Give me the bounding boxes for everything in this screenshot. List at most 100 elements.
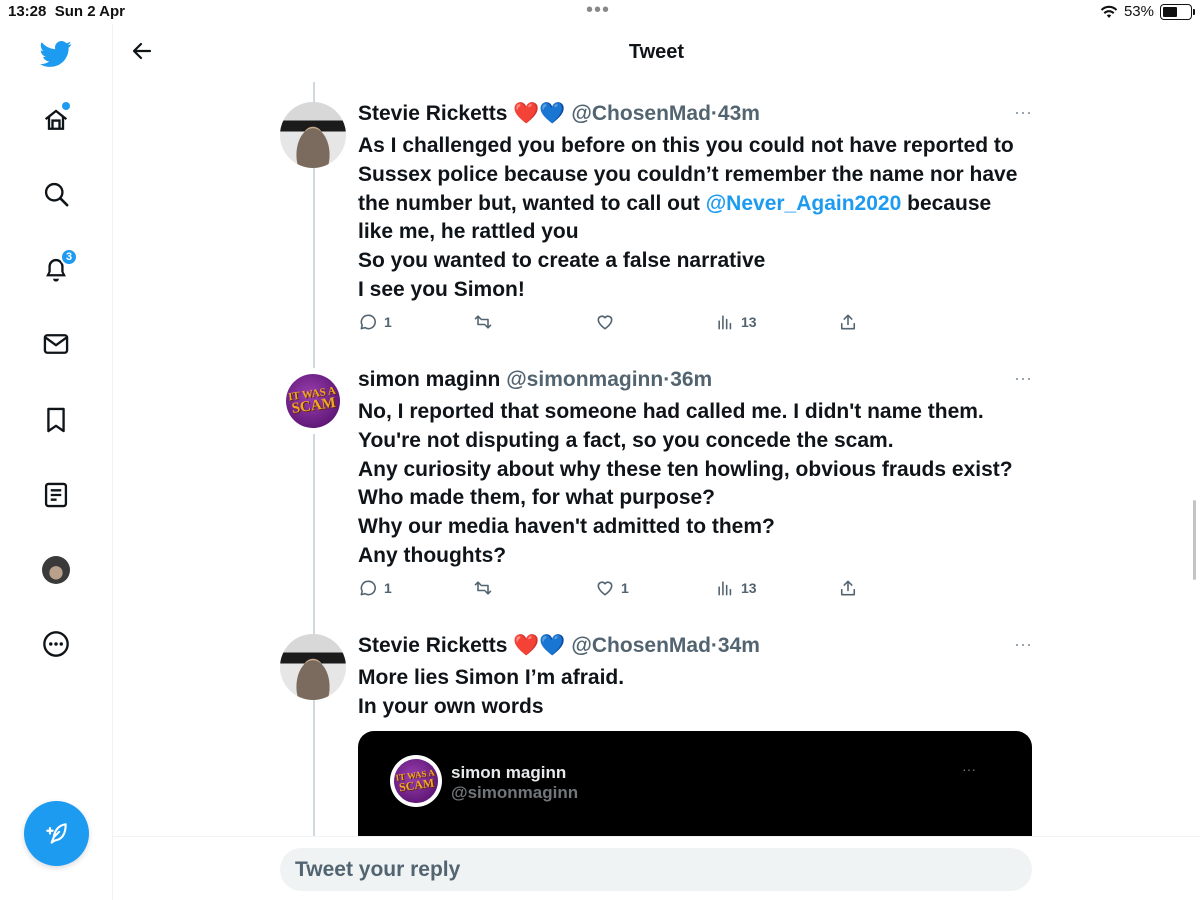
sidebar-item-profile[interactable]	[28, 542, 84, 598]
sidebar-item-messages[interactable]	[28, 316, 84, 372]
retweet-icon	[474, 581, 492, 595]
tweet-line: Who made them, for what purpose?	[358, 486, 716, 510]
quoted-tweet-card[interactable]: IT WAS A SCAM simon maginn @simonmaginn ·…	[358, 731, 1032, 841]
scam-logo: IT WAS A SCAM	[282, 370, 344, 432]
author-handle[interactable]: @ChosenMad	[571, 102, 710, 125]
sidebar-item-search[interactable]	[28, 166, 84, 222]
more-options-icon[interactable]: ···	[1014, 634, 1034, 655]
tweet-line: the number but, wanted to call out @Neve…	[358, 190, 1038, 219]
retweet-button[interactable]	[473, 312, 499, 332]
tweet-line: like me, he rattled you	[358, 220, 579, 244]
twitter-logo-button[interactable]	[28, 26, 84, 82]
like-count: 1	[621, 580, 629, 596]
reply-button[interactable]: 1	[358, 312, 392, 332]
mention-link[interactable]: @Never_Again2020	[706, 192, 902, 215]
retweet-button[interactable]	[473, 578, 499, 598]
author-name[interactable]: Stevie Ricketts	[358, 102, 507, 125]
sidebar-item-bookmarks[interactable]	[28, 392, 84, 448]
tweet-header-line: Stevie Ricketts ❤️💙 @ChosenMad·43m	[358, 102, 760, 126]
more-circle-icon	[43, 631, 69, 657]
views-button[interactable]: 13	[715, 578, 757, 598]
like-button[interactable]: 1	[595, 578, 629, 598]
avatar[interactable]	[280, 634, 346, 700]
battery-icon	[1160, 3, 1195, 20]
tweet-line: You're not disputing a fact, so you conc…	[358, 428, 894, 452]
tweet-line: Sussex police because you couldn’t remem…	[358, 162, 1018, 186]
page-title: Tweet	[628, 41, 685, 63]
tweet-line: Any thoughts?	[358, 543, 507, 567]
sidebar-item-notifications[interactable]: 3	[28, 242, 84, 298]
compose-tweet-button[interactable]	[24, 801, 89, 866]
tweet[interactable]: Stevie Ricketts ❤️💙 @ChosenMad·43m ··· A…	[280, 102, 1040, 338]
more-options-icon[interactable]: ···	[1014, 368, 1034, 389]
tweet-time[interactable]: 34m	[718, 634, 760, 657]
tweet-line: As I challenged you before on this you c…	[358, 134, 1014, 157]
heart-emoji-icon: ❤️💙	[513, 102, 566, 125]
share-button[interactable]	[838, 578, 858, 598]
tweet-line: No, I reported that someone had called m…	[358, 400, 984, 423]
sidebar-item-lists[interactable]	[28, 467, 84, 523]
author-handle[interactable]: @simonmaginn	[506, 368, 663, 391]
tweet-header-line: Stevie Ricketts ❤️💙 @ChosenMad·34m	[358, 634, 760, 658]
reply-icon	[360, 580, 376, 596]
reply-count: 1	[384, 314, 392, 330]
tweet-time[interactable]: 36m	[670, 368, 712, 391]
retweet-icon	[474, 315, 492, 329]
tweet-line: So you wanted to create a false narrativ…	[358, 249, 766, 273]
compose-icon	[45, 822, 67, 844]
tweet-line: In your own words	[358, 694, 544, 718]
avatar[interactable]: IT WAS A SCAM	[280, 368, 346, 434]
author-name[interactable]: Stevie Ricketts	[358, 634, 507, 657]
status-bar: 13:28 Sun 2 Apr ••• 53%	[0, 0, 1200, 24]
search-icon	[44, 182, 69, 207]
notification-badge: 3	[60, 248, 78, 266]
quoted-more-icon[interactable]: ···	[962, 761, 976, 777]
home-icon	[44, 109, 68, 130]
mail-icon	[43, 334, 69, 354]
tweet-time[interactable]: 43m	[718, 102, 760, 125]
reply-input[interactable]	[280, 848, 1032, 891]
battery-percent: 53%	[1123, 3, 1154, 20]
wifi-icon	[1100, 5, 1118, 18]
quoted-author-handle: @simonmaginn	[451, 783, 579, 802]
tweet[interactable]: IT WAS A SCAM simon maginn @simonmaginn·3…	[280, 368, 1040, 604]
share-icon	[840, 314, 856, 330]
tweet-actions: 1 13	[358, 312, 878, 336]
list-icon	[44, 482, 68, 508]
scrollbar[interactable]	[1193, 500, 1196, 580]
battery-level	[1163, 6, 1177, 17]
reply-button[interactable]: 1	[358, 578, 392, 598]
status-right: 53%	[1100, 3, 1195, 20]
tweet-line: More lies Simon I’m afraid.	[358, 666, 625, 689]
view-count: 13	[741, 580, 757, 596]
analytics-icon	[718, 315, 732, 330]
tweet-text: More lies Simon I’m afraid. In your own …	[358, 664, 1038, 722]
quoted-avatar: IT WAS A SCAM	[390, 755, 442, 807]
status-time: 13:28 Sun 2 Apr	[8, 3, 126, 20]
multitask-dots-icon[interactable]: •••	[586, 0, 610, 20]
home-unread-dot	[62, 102, 70, 110]
bookmark-icon	[47, 407, 65, 433]
quoted-author-name: simon maginn	[451, 763, 567, 782]
reply-count: 1	[384, 580, 392, 596]
heart-icon	[597, 581, 613, 596]
share-icon	[840, 580, 856, 596]
separator-dot: ·	[710, 102, 718, 125]
share-button[interactable]	[838, 312, 858, 332]
views-button[interactable]: 13	[715, 312, 757, 332]
sidebar-item-home[interactable]	[28, 92, 84, 148]
status-date: Sun 2 Apr	[54, 3, 126, 20]
like-button[interactable]	[595, 312, 621, 332]
more-options-icon[interactable]: ···	[1014, 102, 1034, 123]
separator-dot: ·	[710, 634, 718, 657]
tweet-text-fragment: because	[907, 191, 992, 215]
tweet-actions: 1 1 13	[358, 578, 878, 602]
tweet-text: No, I reported that someone had called m…	[358, 398, 1038, 571]
reply-icon	[360, 314, 376, 330]
sidebar-item-more[interactable]	[28, 616, 84, 672]
avatar[interactable]	[280, 102, 346, 168]
sidebar: 3	[0, 24, 113, 900]
author-handle[interactable]: @ChosenMad	[571, 634, 710, 657]
author-name[interactable]: simon maginn	[358, 368, 500, 391]
tweet-header: Tweet	[113, 24, 1200, 82]
